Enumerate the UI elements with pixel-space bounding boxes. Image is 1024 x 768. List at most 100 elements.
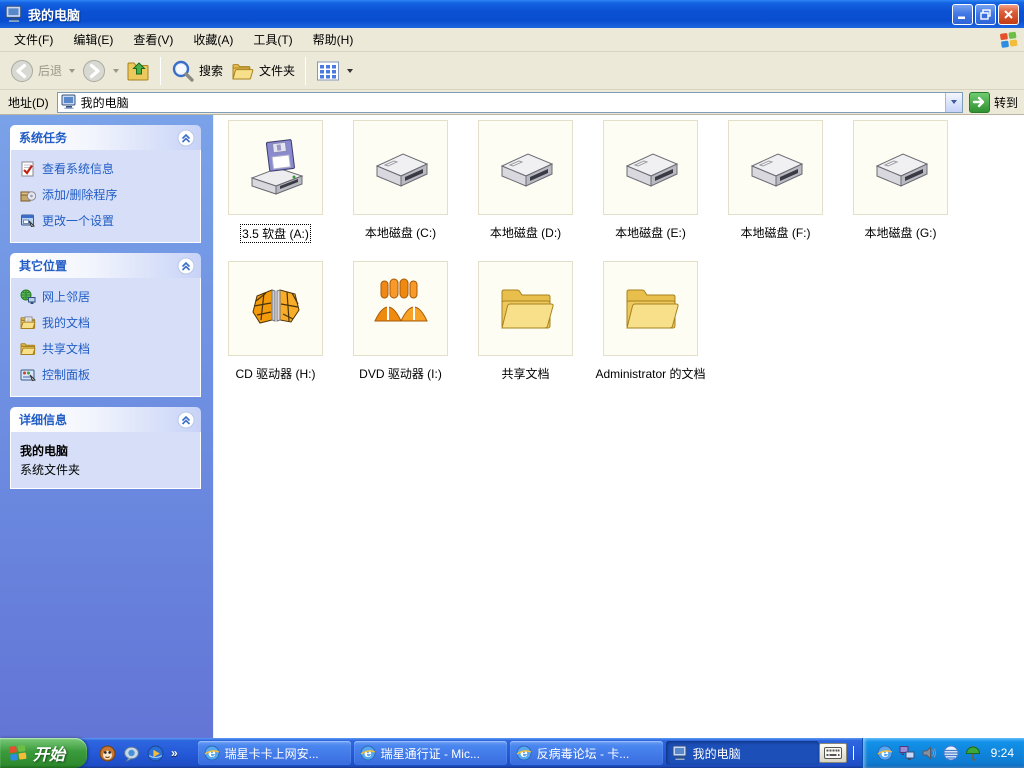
kaka-icon[interactable] bbox=[99, 745, 116, 762]
network-icon[interactable] bbox=[899, 745, 915, 761]
go-button[interactable] bbox=[968, 91, 990, 113]
address-label: 地址(D) bbox=[8, 95, 49, 110]
item-disk-g[interactable]: 本地磁盘 (G:) bbox=[853, 120, 948, 243]
item-disk-e[interactable]: 本地磁盘 (E:) bbox=[603, 120, 698, 243]
back-button[interactable]: 后退 bbox=[6, 57, 66, 85]
menu-item-tools[interactable]: 工具(T) bbox=[243, 28, 302, 51]
toolbar-separator bbox=[160, 56, 162, 85]
task-button-forum[interactable]: 反病毒论坛 - 卡... bbox=[509, 741, 663, 765]
panel-body: 我的电脑 系统文件夹 bbox=[10, 432, 201, 489]
system-info-icon bbox=[20, 161, 36, 177]
my-computer-icon bbox=[672, 745, 688, 761]
toolbar: 后退 搜索 文件夹 bbox=[0, 52, 1024, 90]
link-network-places[interactable]: 网上邻居 bbox=[20, 288, 194, 305]
item-label: Administrator 的文档 bbox=[595, 367, 706, 381]
menu-item-favorites[interactable]: 收藏(A) bbox=[183, 28, 243, 51]
search-button[interactable]: 搜索 bbox=[167, 57, 227, 85]
ie-icon[interactable] bbox=[877, 745, 893, 761]
forward-icon bbox=[82, 59, 106, 83]
menu-item-help[interactable]: 帮助(H) bbox=[303, 28, 364, 51]
views-button[interactable] bbox=[312, 57, 360, 85]
task-buttons: 瑞星卡卡上网安... 瑞星通行证 - Mic... 反病毒论坛 - 卡... 我… bbox=[197, 741, 819, 765]
link-change-setting[interactable]: 更改一个设置 bbox=[20, 212, 194, 229]
item-administrator-documents[interactable]: Administrator 的文档 bbox=[595, 261, 706, 382]
item-label: DVD 驱动器 (I:) bbox=[359, 367, 442, 381]
panel-header-details[interactable]: 详细信息 bbox=[10, 407, 201, 432]
collapse-chevron-icon[interactable] bbox=[177, 257, 195, 275]
window-title: 我的电脑 bbox=[28, 7, 81, 23]
task-button-kaka[interactable]: 瑞星卡卡上网安... bbox=[197, 741, 351, 765]
details-item-type: 系统文件夹 bbox=[20, 463, 81, 477]
media-player-icon[interactable] bbox=[147, 745, 164, 762]
item-label: 本地磁盘 (G:) bbox=[864, 226, 937, 240]
link-control-panel[interactable]: 控制面板 bbox=[20, 366, 194, 383]
item-label: 本地磁盘 (F:) bbox=[740, 226, 811, 240]
start-button[interactable]: 开始 bbox=[0, 738, 87, 768]
task-button-my-computer[interactable]: 我的电脑 bbox=[665, 741, 819, 765]
panel-header-other-places[interactable]: 其它位置 bbox=[10, 253, 201, 278]
link-my-documents[interactable]: 我的文档 bbox=[20, 314, 194, 331]
go-label[interactable]: 转到 bbox=[994, 94, 1018, 111]
antivirus-shield-icon[interactable] bbox=[943, 745, 959, 761]
go-arrow-icon bbox=[971, 94, 987, 110]
hard-disk-icon bbox=[369, 136, 433, 200]
input-method-button[interactable] bbox=[818, 743, 847, 763]
start-label: 开始 bbox=[33, 747, 66, 764]
hard-disk-icon bbox=[869, 136, 933, 200]
menu-item-view[interactable]: 查看(V) bbox=[123, 28, 183, 51]
link-shared-documents[interactable]: 共享文档 bbox=[20, 340, 194, 357]
folder-content: 3.5 软盘 (A:) 本地磁盘 (C:) 本地磁盘 (D:) 本地磁盘 (E:… bbox=[213, 115, 1024, 738]
link-add-remove-programs[interactable]: 添加/删除程序 bbox=[20, 186, 194, 203]
window-body: 系统任务 查看系统信息 添加/删除程序 更改一个设置 其它位置 网上邻居 我的文… bbox=[0, 115, 1024, 738]
back-dropdown-arrow[interactable] bbox=[69, 68, 76, 73]
item-disk-c[interactable]: 本地磁盘 (C:) bbox=[353, 120, 448, 243]
item-disk-d[interactable]: 本地磁盘 (D:) bbox=[478, 120, 573, 243]
add-remove-programs-icon bbox=[20, 187, 36, 203]
task-label: 反病毒论坛 - 卡... bbox=[536, 746, 630, 761]
item-dvd-i[interactable]: DVD 驱动器 (I:) bbox=[353, 261, 448, 382]
collapse-chevron-icon[interactable] bbox=[177, 411, 195, 429]
my-documents-icon bbox=[20, 315, 36, 331]
folders-button[interactable]: 文件夹 bbox=[227, 57, 299, 85]
item-label: 3.5 软盘 (A:) bbox=[240, 224, 311, 243]
menu-item-file[interactable]: 文件(F) bbox=[4, 28, 63, 51]
address-dropdown-button[interactable] bbox=[944, 92, 962, 112]
collapse-chevron-icon[interactable] bbox=[177, 129, 195, 147]
minimize-button[interactable] bbox=[952, 3, 973, 25]
up-button[interactable] bbox=[122, 57, 154, 85]
restore-button[interactable] bbox=[975, 3, 996, 25]
floppy-drive-icon bbox=[244, 136, 308, 200]
messenger-icon[interactable] bbox=[123, 745, 140, 762]
panel-title: 系统任务 bbox=[19, 131, 68, 145]
item-label: CD 驱动器 (H:) bbox=[235, 367, 316, 381]
item-floppy-a[interactable]: 3.5 软盘 (A:) bbox=[228, 120, 323, 243]
item-cd-h[interactable]: CD 驱动器 (H:) bbox=[228, 261, 323, 382]
item-shared-documents[interactable]: 共享文档 bbox=[478, 261, 573, 382]
folders-icon bbox=[231, 59, 255, 83]
link-view-system-info[interactable]: 查看系统信息 bbox=[20, 160, 194, 177]
forward-button[interactable] bbox=[78, 57, 110, 85]
item-disk-f[interactable]: 本地磁盘 (F:) bbox=[728, 120, 823, 243]
my-computer-icon bbox=[5, 5, 23, 23]
details-item-name: 我的电脑 bbox=[20, 444, 69, 458]
panel-body: 查看系统信息 添加/删除程序 更改一个设置 bbox=[10, 150, 201, 243]
panel-details: 详细信息 我的电脑 系统文件夹 bbox=[10, 407, 201, 489]
umbrella-icon[interactable] bbox=[965, 745, 981, 761]
item-label: 共享文档 bbox=[501, 367, 550, 381]
quick-launch-overflow-chevron[interactable]: » bbox=[171, 746, 178, 760]
volume-icon[interactable] bbox=[921, 745, 937, 761]
forward-dropdown-arrow[interactable] bbox=[113, 68, 120, 73]
thumbnail bbox=[728, 120, 823, 215]
task-button-passport[interactable]: 瑞星通行证 - Mic... bbox=[353, 741, 507, 765]
minimize-icon bbox=[958, 16, 965, 19]
back-icon bbox=[10, 59, 34, 83]
panel-header-system-tasks[interactable]: 系统任务 bbox=[10, 125, 201, 150]
thumbnail bbox=[478, 261, 573, 356]
menu-item-edit[interactable]: 编辑(E) bbox=[63, 28, 123, 51]
close-button[interactable] bbox=[998, 3, 1019, 25]
address-input[interactable]: 我的电脑 bbox=[56, 91, 963, 113]
taskbar-clock[interactable]: 9:24 bbox=[991, 746, 1014, 760]
menu-bar: 文件(F) 编辑(E) 查看(V) 收藏(A) 工具(T) 帮助(H) bbox=[0, 28, 1024, 52]
task-label: 瑞星卡卡上网安... bbox=[224, 746, 319, 761]
views-dropdown-arrow bbox=[347, 68, 354, 73]
